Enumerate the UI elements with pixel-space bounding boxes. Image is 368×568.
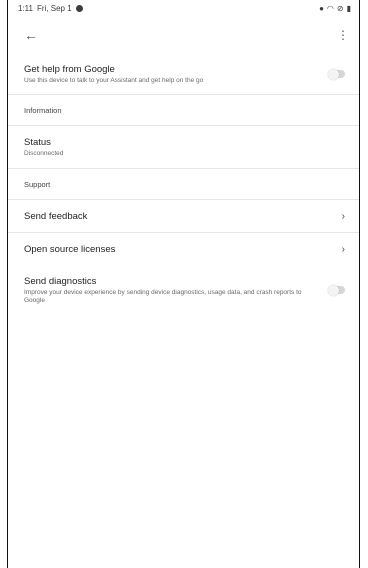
status-time: 1:11 [18,3,33,13]
get-help-switch[interactable] [328,68,345,80]
status-bar: 1:11 Fri, Sep 1 ● ◠ ⊘ ▮ [8,0,359,16]
wifi-icon: ◠ [326,3,334,13]
switch-knob [328,68,339,80]
notification-icon [75,4,83,12]
send-diagnostics-toggle-row[interactable]: Send diagnostics Improve your device exp… [8,265,359,315]
section-header-information: Information [24,105,62,115]
dnd-icon: ⊘ [336,3,344,13]
send-feedback-label: Send feedback [24,210,88,222]
battery-icon: ▮ [346,3,351,13]
more-vert-icon[interactable]: ⋮ [337,28,349,42]
status-value: Disconnected [24,149,64,157]
get-help-title: Get help from Google [24,63,115,75]
open-source-licenses-label: Open source licenses [24,243,116,255]
status-date: Fri, Sep 1 [36,3,72,13]
toolbar: ← ⋮ [8,16,359,54]
get-help-toggle-row[interactable]: Get help from Google Use this device to … [8,54,359,94]
status-row[interactable]: Status Disconnected [8,126,359,168]
chevron-right-icon: › [341,210,345,222]
chevron-right-icon: › [341,243,345,255]
section-header-support: Support [24,179,51,189]
get-help-subtitle: Use this device to talk to your Assistan… [24,76,204,84]
arrow-back-icon[interactable]: ← [24,27,38,43]
screen: 1:11 Fri, Sep 1 ● ◠ ⊘ ▮ ← ⋮ Get help fro… [7,0,360,568]
location-icon: ● [319,3,324,13]
status-title: Status [24,136,51,148]
send-diagnostics-switch[interactable] [328,284,345,296]
send-diagnostics-title: Send diagnostics [24,275,97,287]
send-feedback-row[interactable]: Send feedback › [8,200,359,232]
switch-knob [328,284,339,296]
send-diagnostics-subtitle: Improve your device experience by sendin… [24,288,302,304]
open-source-licenses-row[interactable]: Open source licenses › [8,233,359,265]
